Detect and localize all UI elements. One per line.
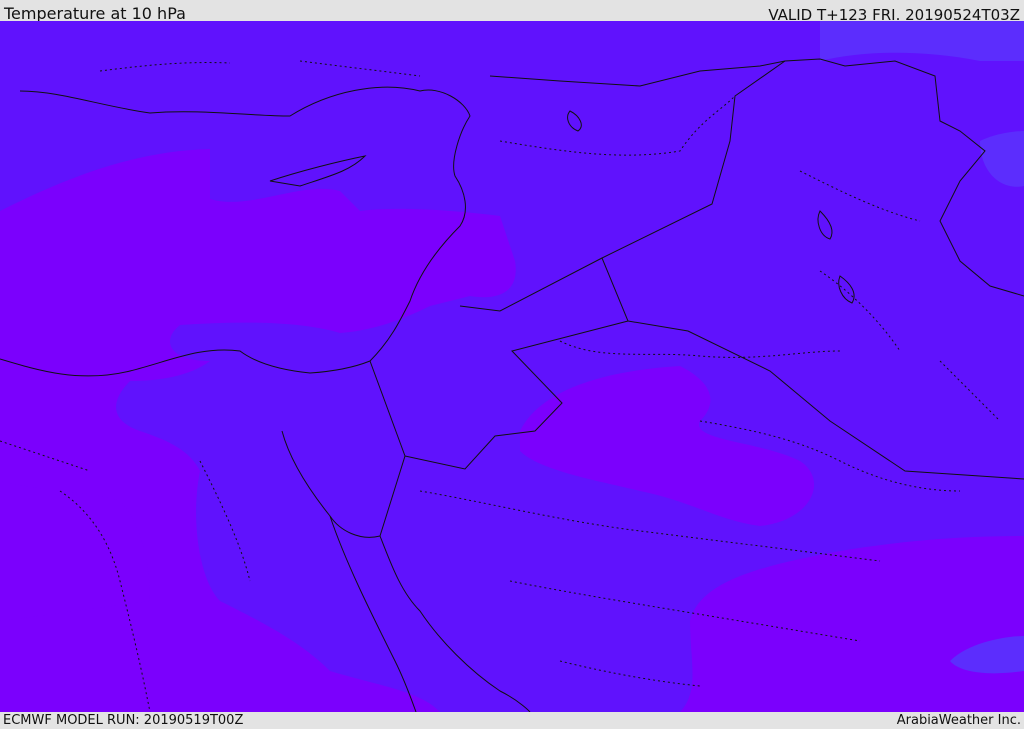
credit-label: ArabiaWeather Inc. xyxy=(896,713,1021,728)
header-bar: Temperature at 10 hPa VALID T+123 FRI. 2… xyxy=(0,0,1024,24)
model-run-label: ECMWF MODEL RUN: 20190519T00Z xyxy=(3,713,244,728)
temperature-map xyxy=(0,21,1024,712)
footer-bar: ECMWF MODEL RUN: 20190519T00Z ArabiaWeat… xyxy=(0,712,1024,729)
map-canvas xyxy=(0,21,1024,712)
